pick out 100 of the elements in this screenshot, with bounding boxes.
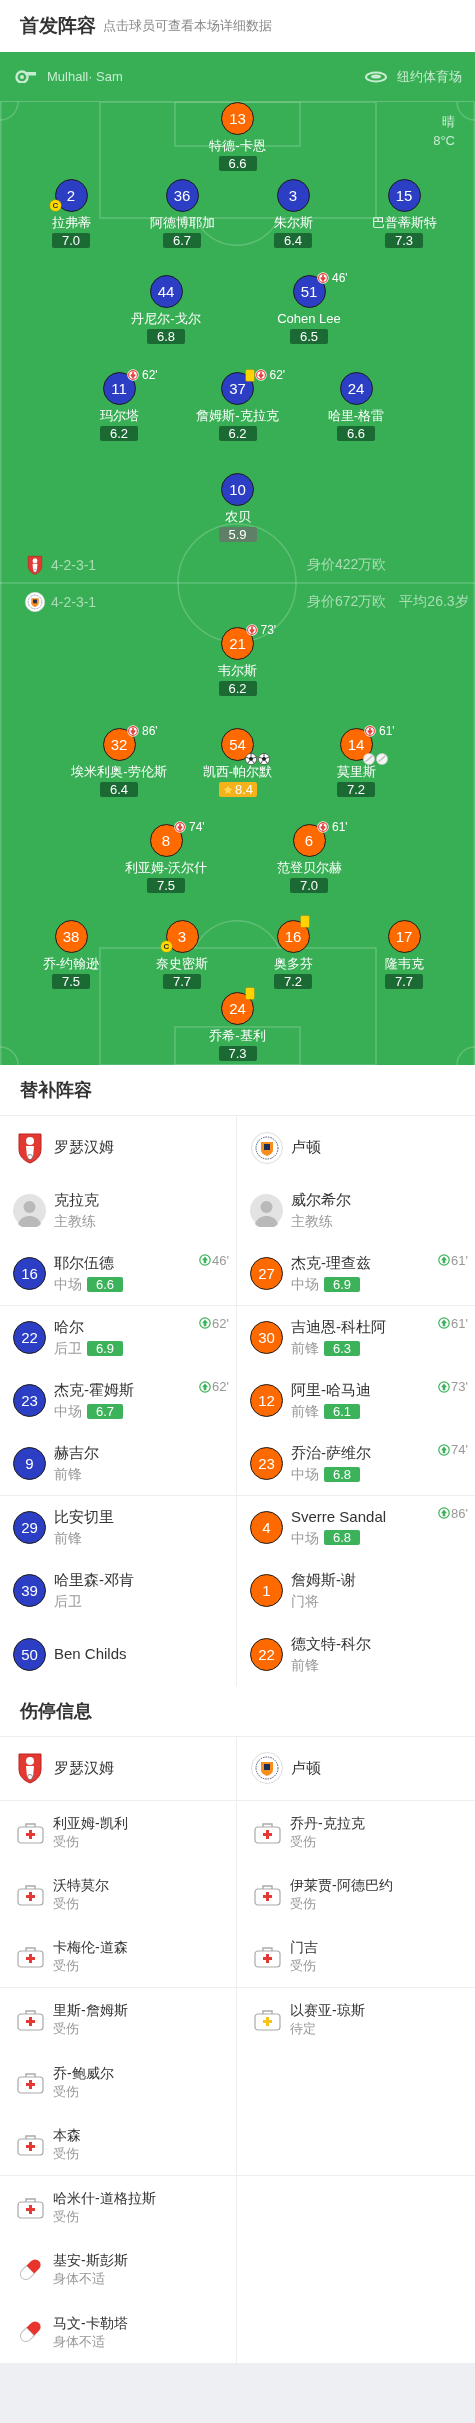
player-number[interactable]: 54 (221, 728, 254, 761)
player-number[interactable]: 36 (165, 179, 199, 212)
player-number[interactable]: 6 (292, 824, 326, 857)
player-number[interactable]: 24 (221, 992, 254, 1025)
substitution-off-icon (317, 821, 329, 833)
player-number[interactable]: 51 (292, 275, 326, 308)
player-name: 詹姆斯-谢 (291, 1571, 356, 1590)
player-number[interactable]: 21 (221, 627, 254, 660)
rating-value: 7.2 (346, 782, 366, 797)
player-name: 德文特-科尔 (291, 1634, 371, 1653)
player-number[interactable]: 16 (276, 920, 310, 953)
player-number[interactable]: 23 (250, 1447, 283, 1481)
rating-box: 6.9 (324, 1276, 361, 1292)
player-number[interactable]: 12 (250, 1384, 283, 1418)
section-title: 替补阵容 (0, 1065, 475, 1116)
medical-kit-icon (254, 2007, 281, 2032)
player-number[interactable]: 22 (250, 1637, 283, 1671)
whistle-icon (15, 70, 37, 83)
medical-kit-icon (254, 1882, 281, 1907)
player-position: 前锋 (54, 1465, 82, 1484)
player-name: 利亚姆-沃尔什 (124, 860, 208, 876)
player-name: 拉弗蒂 (51, 215, 91, 231)
rating-box: 6.3 (324, 1340, 361, 1356)
rating-box: 6.7 (87, 1403, 124, 1419)
player-name: 乔-鲍威尔 (53, 2063, 114, 2082)
player-number[interactable]: 8 (149, 824, 183, 857)
rating-value: 7.0 (61, 233, 81, 248)
player-name: 伊莱贾-阿德巴约 (290, 1876, 393, 1895)
player-number[interactable]: 30 (250, 1321, 283, 1355)
substitution-on-icon (199, 1380, 212, 1393)
player-position: 中场 (54, 1275, 82, 1294)
player-name: 比安切里 (54, 1507, 114, 1526)
team-name: 卢顿 (291, 1758, 321, 1778)
player-name: 本森 (53, 2125, 81, 2144)
player-number[interactable]: 29 (13, 1510, 46, 1544)
player-name: 耶尔伍德 (54, 1254, 115, 1273)
section-title: 首发阵容 (20, 14, 96, 38)
player-number[interactable]: 11 (102, 372, 136, 405)
player-number[interactable]: 37 (221, 372, 254, 405)
player-name: 巴普蒂斯特 (371, 215, 437, 231)
section-title: 伤停信息 (0, 1685, 475, 1737)
player-number[interactable]: 24 (339, 372, 373, 405)
player-status: 受伤 (290, 1832, 317, 1850)
player-position: 中场 (291, 1275, 319, 1294)
substitution-off-icon (364, 725, 376, 737)
player-number[interactable]: 38 (54, 920, 88, 953)
substitution-minute: 74' (451, 1442, 468, 1458)
player-position: 中场 (291, 1465, 319, 1484)
player-name: 玛尔塔 (99, 408, 139, 424)
rating-value: 7.3 (228, 1046, 247, 1061)
player-status: 受伤 (53, 1957, 80, 1975)
substitution-minute: 62' (142, 368, 158, 382)
substitution-on-icon (438, 1254, 451, 1267)
player-position: 门将 (291, 1592, 319, 1611)
rating-value: 6.2 (228, 426, 247, 441)
rating-box: 6.1 (324, 1403, 361, 1419)
player-name: 以赛亚-琼斯 (290, 2001, 365, 2020)
rating-value: 6.2 (109, 426, 129, 441)
rating-value: 6.4 (109, 782, 129, 797)
rating-value: 6.4 (283, 233, 303, 248)
player-position: 后卫 (54, 1339, 82, 1358)
player-number[interactable]: 16 (13, 1257, 46, 1291)
player-name: 哈米什-道格拉斯 (53, 2188, 156, 2207)
player-status: 受伤 (53, 1895, 80, 1913)
player-number[interactable]: 10 (221, 473, 254, 506)
player-number[interactable]: 1 (250, 1574, 283, 1608)
player-number[interactable]: 39 (13, 1574, 46, 1608)
player-number[interactable]: 4 (250, 1510, 283, 1544)
player-number[interactable]: 23 (13, 1384, 46, 1418)
medical-kit-icon (17, 2007, 44, 2032)
player-number[interactable]: 50 (13, 1637, 46, 1671)
player-name: 韦尔斯 (218, 663, 257, 679)
player-number[interactable]: 44 (149, 275, 183, 308)
team-value-text: 身价422万欧 (307, 556, 387, 574)
temperature-text: 8°C (433, 132, 455, 150)
player-number[interactable]: 9 (13, 1447, 46, 1481)
player-status: 受伤 (53, 1832, 80, 1850)
player-number[interactable]: 22 (13, 1321, 46, 1355)
team-name: 罗瑟汉姆 (54, 1138, 114, 1158)
player-name: 范登贝尔赫 (276, 860, 342, 876)
substitution-on-icon (199, 1254, 212, 1267)
player-number[interactable]: 27 (250, 1257, 283, 1291)
substitution-minute: 62' (212, 1315, 229, 1331)
rating-value: 7.0 (299, 878, 319, 893)
average-age-text: 平均26.3岁 (399, 593, 469, 611)
player-name: 里斯-詹姆斯 (53, 2001, 128, 2020)
substitution-minute: 73' (451, 1379, 468, 1395)
player-name: 农贝 (224, 509, 251, 525)
captain-badge: C (50, 200, 61, 211)
player-number[interactable]: 13 (221, 102, 254, 135)
substitution-on-icon (438, 1380, 451, 1393)
player-number[interactable]: 32 (102, 728, 136, 761)
rating-box: 6.6 (87, 1276, 124, 1292)
player-number[interactable]: 3 (276, 179, 310, 212)
player-number[interactable]: 17 (387, 920, 421, 953)
substitution-off-icon (127, 725, 139, 737)
substitution-on-icon (438, 1317, 451, 1330)
substitution-minute: 61' (451, 1315, 468, 1331)
player-number[interactable]: 15 (387, 179, 421, 212)
player-status: 待定 (290, 2020, 317, 2038)
